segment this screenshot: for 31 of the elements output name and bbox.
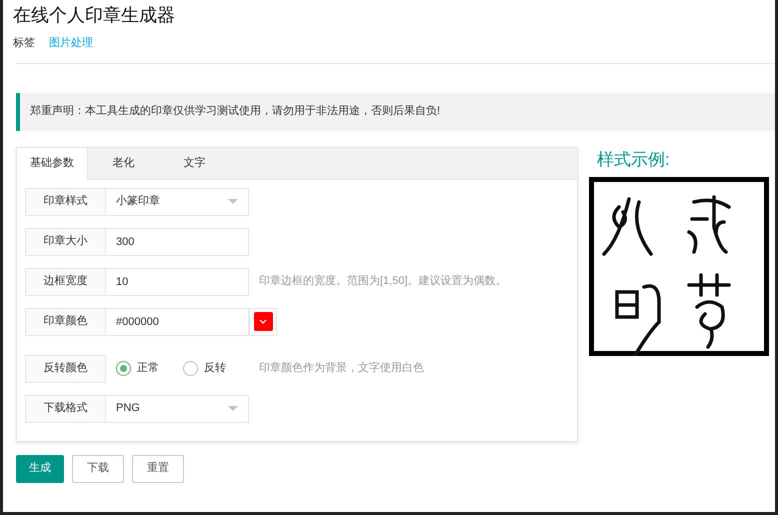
sample-title: 样式示例:: [597, 148, 671, 170]
hint-text: 印章颜色作为背景，文字使用白色: [259, 360, 424, 376]
hint-text: 印章边框的宽度。范围为[1,50]。建议设置为偶数。: [259, 274, 507, 290]
tab[interactable]: 基础参数: [17, 148, 88, 180]
field-label: 印章颜色: [25, 308, 106, 336]
caret-icon: [228, 199, 238, 204]
notice-banner: 郑重声明：本工具生成的印章仅供学习测试使用，请勿用于非法用途，否则后果自负!: [16, 92, 775, 130]
radio-option[interactable]: 反转: [183, 360, 226, 377]
select-field[interactable]: 小篆印章: [106, 188, 249, 216]
tag-label: 标签: [13, 36, 35, 51]
tab[interactable]: 老化: [88, 148, 159, 180]
input-field[interactable]: #000000: [106, 308, 249, 336]
page-title: 在线个人印章生成器: [13, 4, 176, 27]
input-field[interactable]: 300: [106, 228, 249, 256]
chevron-down-icon: [259, 319, 267, 324]
radio-option[interactable]: 正常: [116, 360, 159, 377]
color-picker-button[interactable]: [249, 308, 277, 336]
field-label: 边框宽度: [25, 268, 106, 296]
caret-icon: [228, 406, 238, 411]
radio-button[interactable]: [116, 361, 131, 376]
action-button[interactable]: 下载: [72, 454, 124, 482]
field-label: 反转颜色: [25, 354, 106, 382]
input-field[interactable]: 10: [106, 268, 249, 296]
select-field[interactable]: PNG: [106, 394, 249, 422]
field-label: 下载格式: [25, 394, 106, 422]
field-label: 印章样式: [25, 188, 106, 216]
action-button[interactable]: 生成: [16, 454, 64, 482]
action-button[interactable]: 重置: [132, 454, 184, 482]
tab[interactable]: 文字: [159, 148, 230, 180]
radio-button[interactable]: [183, 361, 198, 376]
field-label: 印章大小: [25, 228, 106, 256]
